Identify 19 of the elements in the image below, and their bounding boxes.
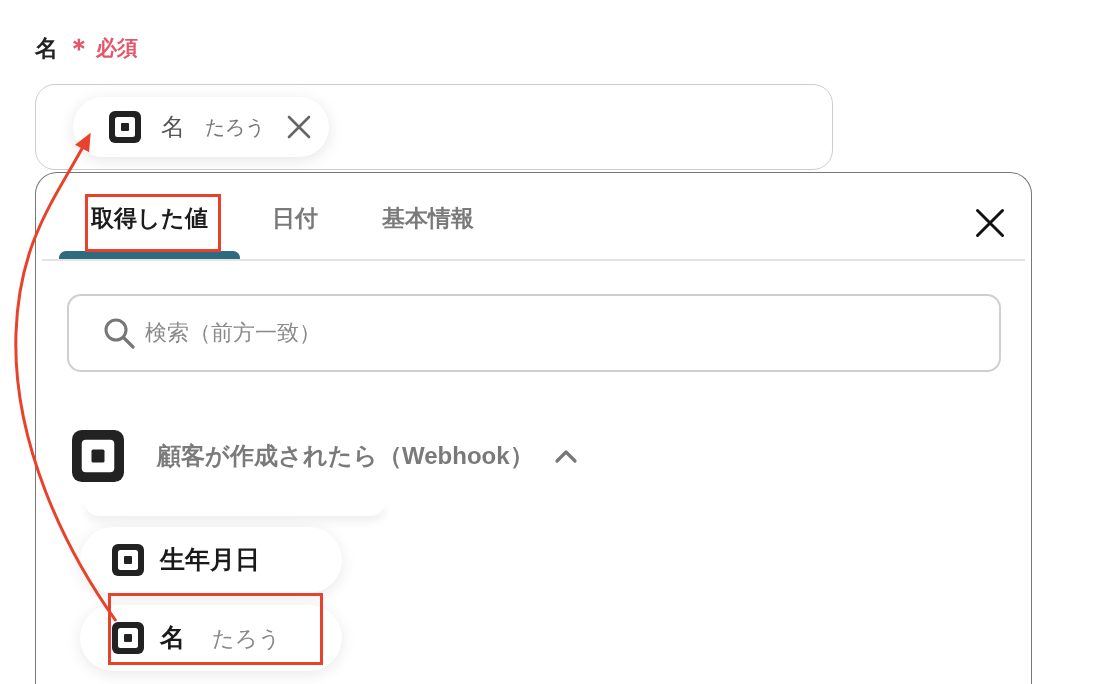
remove-button[interactable] <box>287 115 311 139</box>
search-field[interactable]: 検索（前方一致） <box>67 294 1001 372</box>
close-icon <box>287 115 311 139</box>
field-label: 名 <box>35 33 58 63</box>
close-button[interactable] <box>975 207 1005 238</box>
list-item[interactable]: 生年月日 <box>80 527 342 593</box>
square-logo-icon <box>109 111 141 143</box>
token-field[interactable]: 名 たろう <box>35 84 833 170</box>
tab[interactable]: 基本情報 <box>350 186 506 259</box>
variable-chip[interactable]: 名 たろう <box>73 97 329 157</box>
tab[interactable]: 日付 <box>240 186 350 259</box>
tab[interactable]: 取得した値 <box>59 186 240 259</box>
search-icon <box>103 317 135 349</box>
required-mark: ＊ <box>66 35 92 61</box>
square-logo-icon <box>72 430 124 482</box>
square-logo-icon <box>112 544 144 576</box>
close-icon <box>975 207 1005 238</box>
square-logo-icon <box>112 622 144 654</box>
required-label: 必須 <box>96 35 138 62</box>
